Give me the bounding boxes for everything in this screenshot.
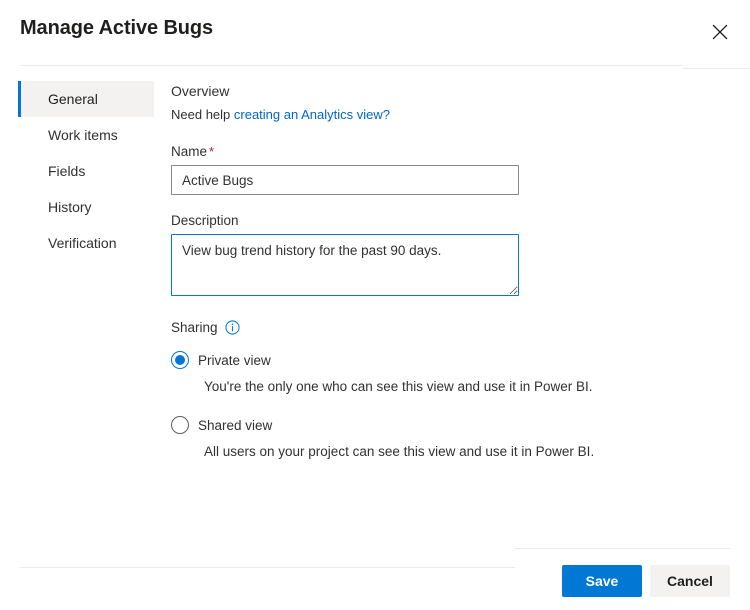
name-field-group: Name * <box>171 144 731 195</box>
radio-help-shared: All users on your project can see this v… <box>204 444 595 459</box>
help-text: Need help <box>171 107 234 122</box>
radio-indicator-private <box>171 351 189 369</box>
radio-label-private: Private view <box>198 352 271 368</box>
description-field-label: Description <box>171 213 239 228</box>
description-textarea[interactable]: View bug trend history for the past 90 d… <box>171 234 519 296</box>
sidebar-item-label: Fields <box>48 163 86 179</box>
footer-actions: Save Cancel <box>562 565 730 597</box>
sidebar-item-label: General <box>48 91 98 107</box>
close-button[interactable] <box>700 14 740 50</box>
name-label-text: Name <box>171 144 208 159</box>
required-asterisk: * <box>209 144 215 159</box>
sidebar-item-history[interactable]: History <box>18 189 154 225</box>
radio-label-shared: Shared view <box>198 417 273 433</box>
cancel-button[interactable]: Cancel <box>650 565 730 597</box>
name-field-label: Name * <box>171 144 731 159</box>
sidebar-item-general[interactable]: General <box>18 81 154 117</box>
footer-divider-right <box>515 548 730 549</box>
sharing-header: Sharing <box>171 320 731 335</box>
sharing-section: Sharing Private view You're the only one… <box>171 320 731 459</box>
sidebar-item-fields[interactable]: Fields <box>18 153 154 189</box>
sharing-title: Sharing <box>171 320 218 335</box>
sidebar-item-label: Work items <box>48 127 118 143</box>
sidebar-item-verification[interactable]: Verification <box>18 225 154 261</box>
sidebar-item-work-items[interactable]: Work items <box>18 117 154 153</box>
dialog-body: General Work items Fields History Verifi… <box>0 69 750 529</box>
dialog-footer: Save Cancel <box>0 560 750 610</box>
sidebar-nav: General Work items Fields History Verifi… <box>18 81 154 261</box>
analytics-view-help-link[interactable]: creating an Analytics view? <box>234 107 390 122</box>
dialog-header: Manage Active Bugs <box>0 0 750 65</box>
save-button[interactable]: Save <box>562 565 642 597</box>
radio-indicator-shared <box>171 416 189 434</box>
sidebar-item-label: Verification <box>48 235 117 251</box>
help-line: Need help creating an Analytics view? <box>171 107 731 122</box>
page-title: Manage Active Bugs <box>20 17 214 39</box>
overview-heading: Overview <box>171 83 230 99</box>
close-icon <box>710 22 730 42</box>
description-field-group: Description View bug trend history for t… <box>171 213 731 296</box>
info-icon[interactable] <box>224 320 240 335</box>
radio-shared-view[interactable]: Shared view <box>171 416 731 434</box>
general-settings-panel: Overview Need help creating an Analytics… <box>171 83 731 459</box>
name-input[interactable] <box>171 165 519 195</box>
radio-private-view[interactable]: Private view <box>171 351 731 369</box>
sidebar-item-label: History <box>48 199 92 215</box>
radio-help-private: You're the only one who can see this vie… <box>204 379 593 394</box>
header-divider-left <box>20 65 683 66</box>
